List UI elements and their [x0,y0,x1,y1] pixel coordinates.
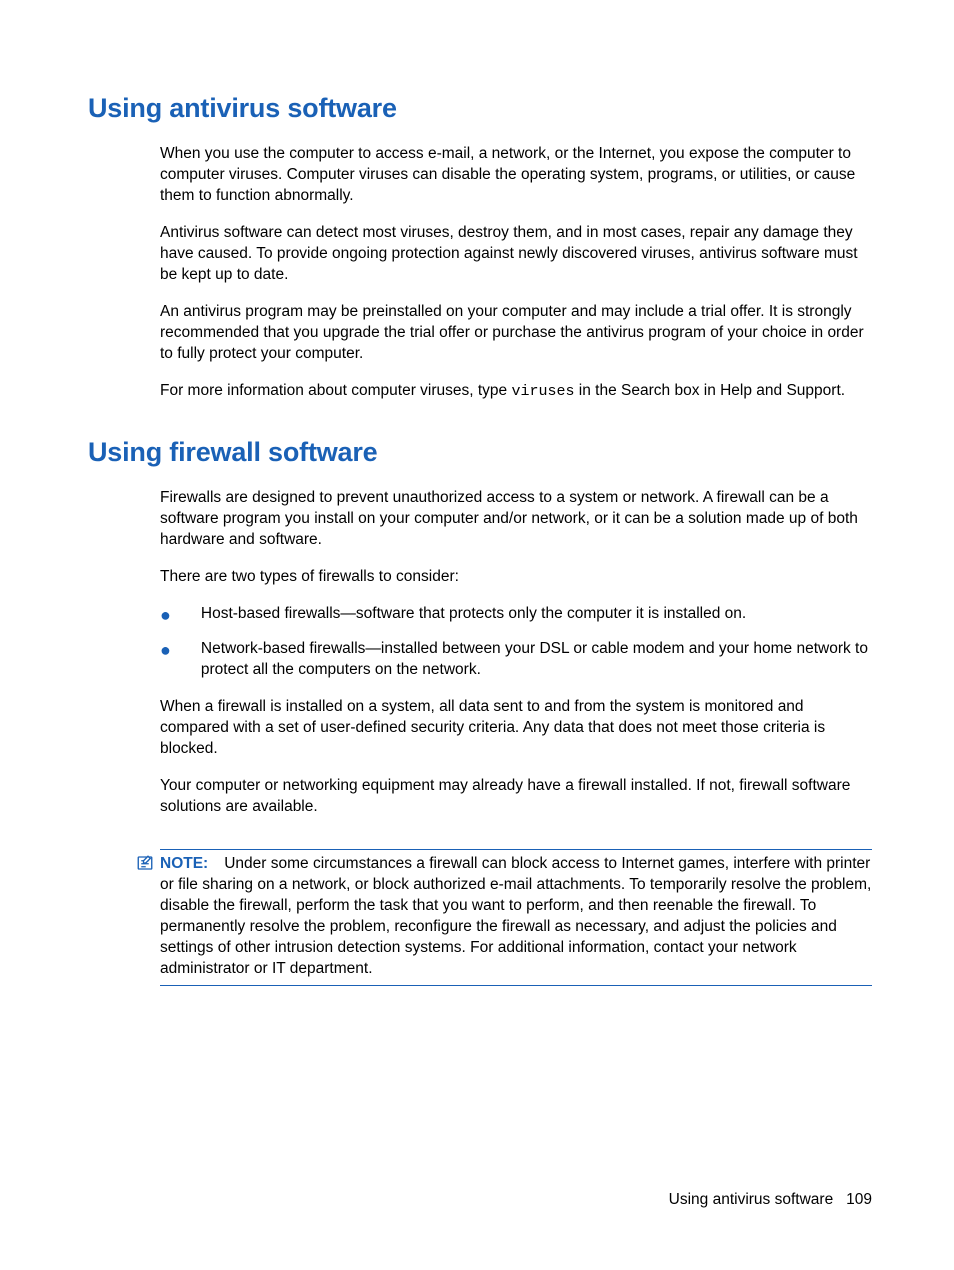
note-text: Under some circumstances a firewall can … [160,855,871,977]
bullet-icon: ● [160,606,171,624]
paragraph: Antivirus software can detect most virus… [160,223,872,286]
section-heading-firewall: Using firewall software [88,434,872,470]
text-fragment: For more information about computer viru… [160,382,511,399]
note-icon [136,854,154,879]
footer-page-number: 109 [846,1191,872,1208]
paragraph: An antivirus program may be preinstalled… [160,302,872,365]
note-rule-top [160,849,872,850]
paragraph: When you use the computer to access e-ma… [160,144,872,207]
section-body-firewall: Firewalls are designed to prevent unauth… [160,488,872,817]
note-rule-bottom [160,985,872,986]
paragraph: When a firewall is installed on a system… [160,697,872,760]
paragraph: There are two types of firewalls to cons… [160,567,872,588]
bullet-list: ● Host-based firewalls—software that pro… [160,604,872,681]
note-block: NOTE:Under some circumstances a firewall… [136,849,872,986]
section-heading-antivirus: Using antivirus software [88,90,872,126]
bullet-icon: ● [160,641,171,659]
list-item-text: Host-based firewalls—software that prote… [201,604,872,625]
list-item-text: Network-based firewalls—installed betwee… [201,639,872,681]
footer-title: Using antivirus software [669,1191,834,1208]
note-label: NOTE: [160,855,208,872]
section-body-antivirus: When you use the computer to access e-ma… [160,144,872,402]
list-item: ● Host-based firewalls—software that pro… [160,604,872,625]
inline-code-viruses: viruses [511,383,574,400]
paragraph: For more information about computer viru… [160,381,872,402]
paragraph: Firewalls are designed to prevent unauth… [160,488,872,551]
page-footer: Using antivirus software 109 [669,1190,872,1211]
text-fragment: in the Search box in Help and Support. [575,382,846,399]
paragraph: Your computer or networking equipment ma… [160,776,872,818]
list-item: ● Network-based firewalls—installed betw… [160,639,872,681]
